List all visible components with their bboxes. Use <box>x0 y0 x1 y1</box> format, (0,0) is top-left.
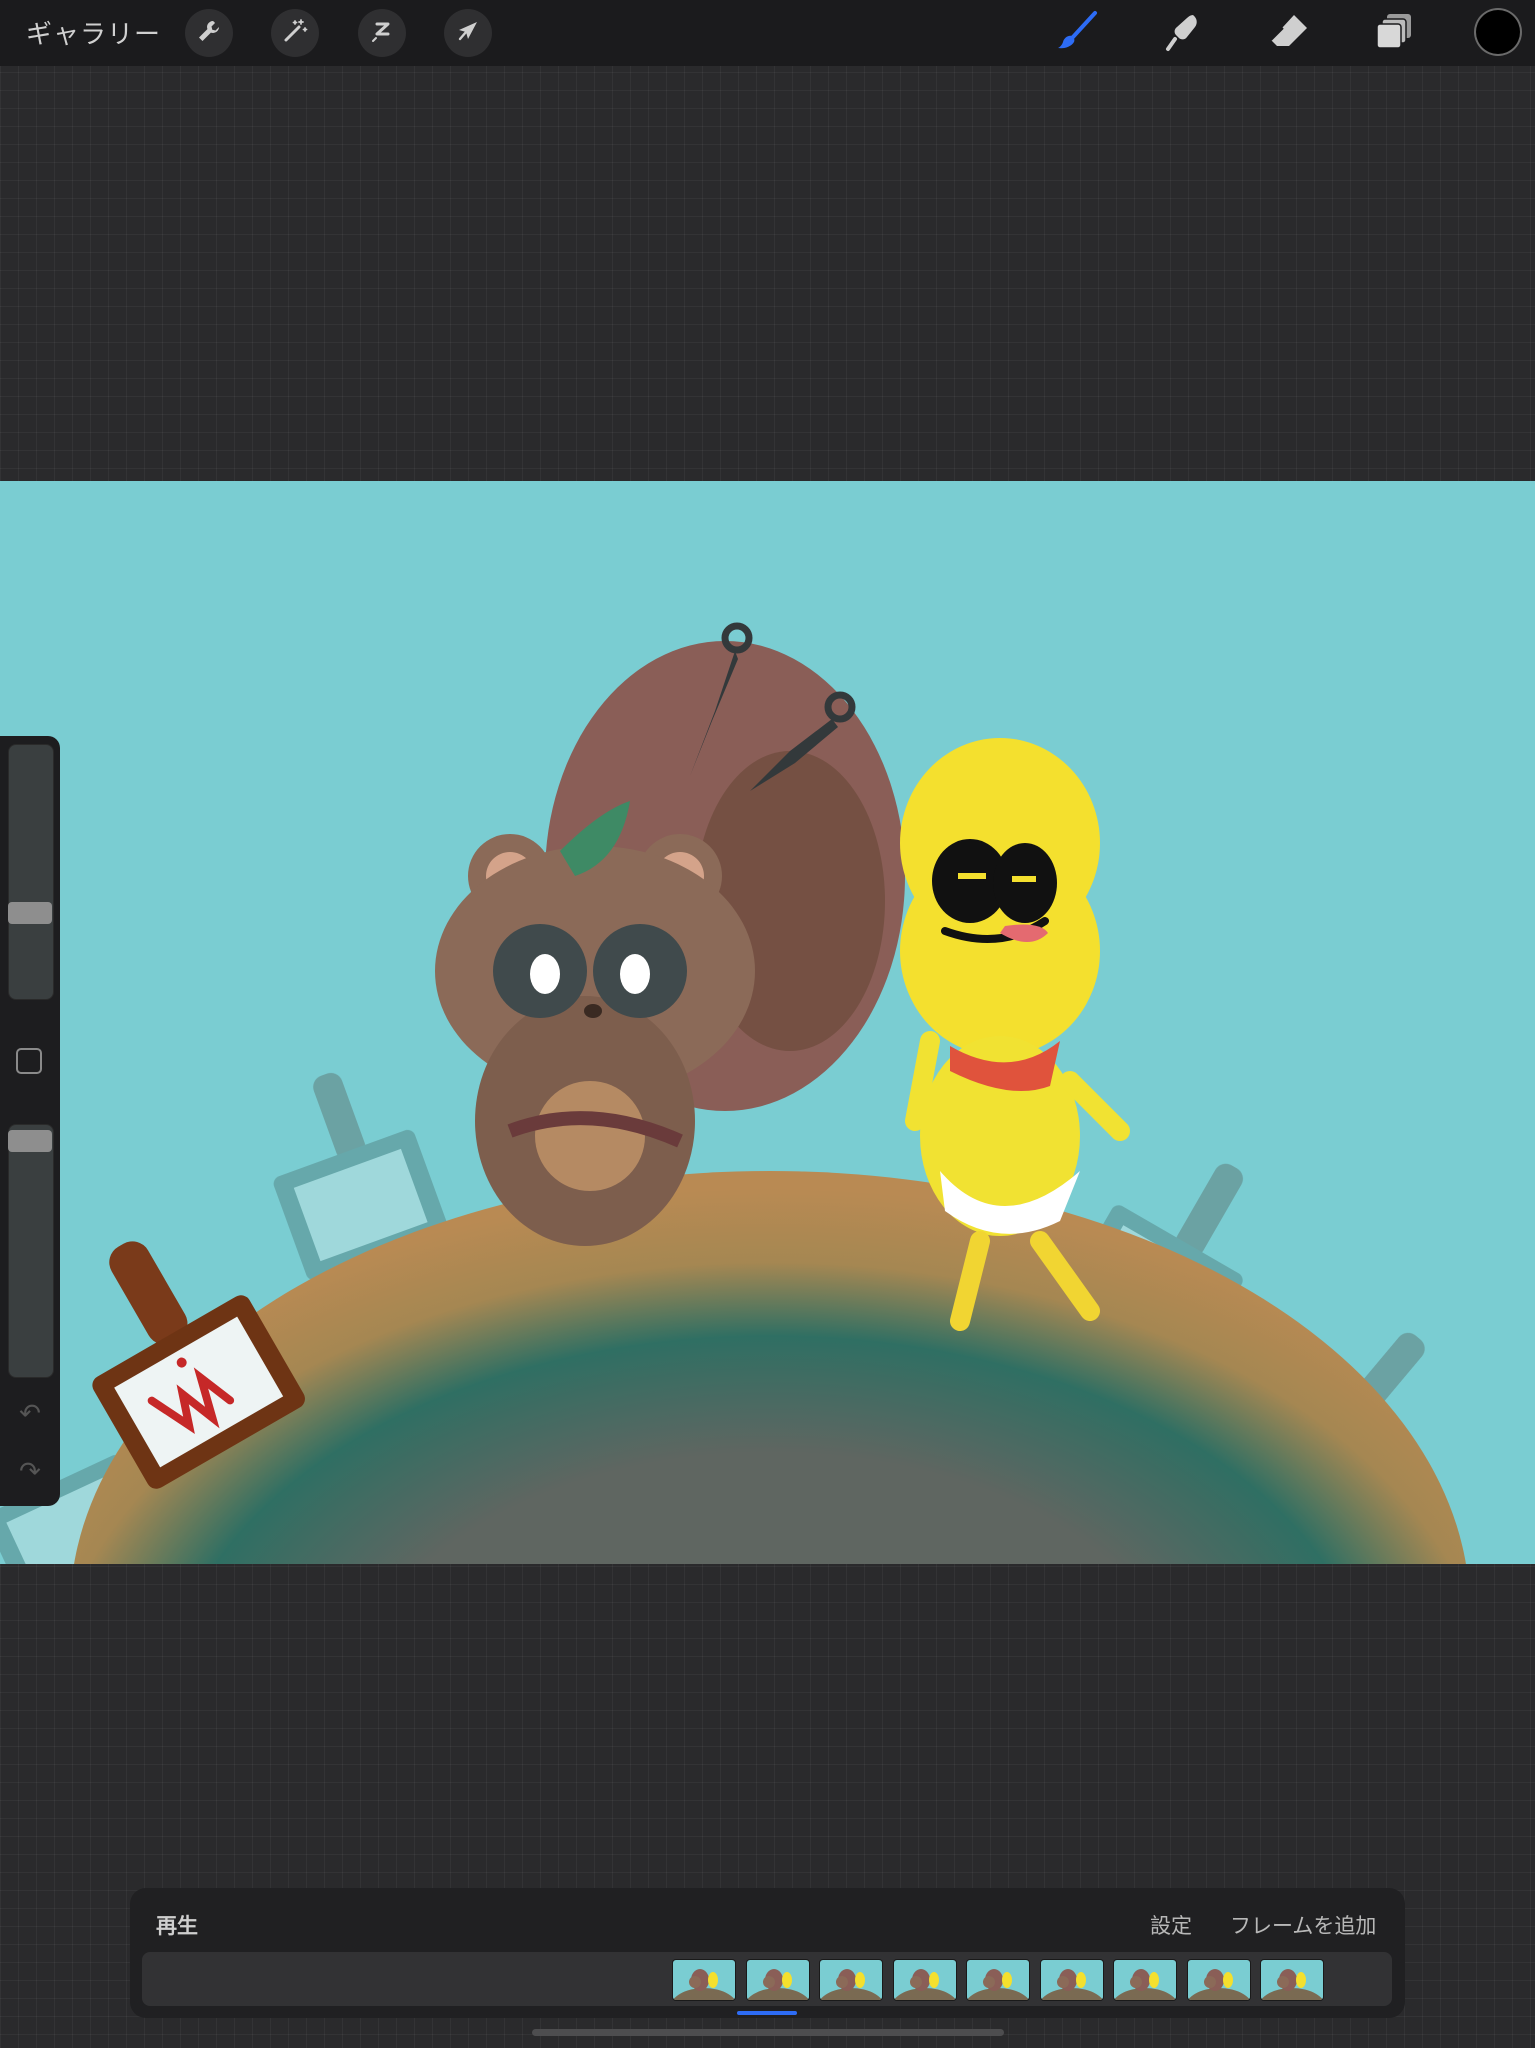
redo-button[interactable]: ↷ <box>16 1457 44 1487</box>
wrench-icon <box>195 17 223 49</box>
frame-thumbnail[interactable] <box>673 1960 735 2000</box>
settings-button[interactable]: 設定 <box>1150 1910 1192 1940</box>
frame-thumbnail[interactable] <box>1188 1960 1250 2000</box>
transform-button[interactable] <box>444 9 492 57</box>
frame-thumbnail[interactable] <box>1114 1960 1176 2000</box>
eraser-button[interactable] <box>1266 10 1312 56</box>
frame-thumbnail[interactable] <box>1261 1960 1323 2000</box>
modify-button[interactable] <box>16 1048 42 1074</box>
redo-icon: ↷ <box>19 1457 41 1487</box>
frame-thumbnail[interactable] <box>894 1960 956 2000</box>
frame-thumbnail[interactable] <box>967 1960 1029 2000</box>
layers-icon <box>1373 9 1417 57</box>
adjustments-button[interactable] <box>271 9 319 57</box>
arrow-cursor-icon <box>454 17 482 49</box>
actions-button[interactable] <box>185 9 233 57</box>
drawing-canvas[interactable] <box>0 481 1535 1564</box>
frame-timeline[interactable] <box>142 1952 1392 2006</box>
selection-icon <box>368 17 396 49</box>
artwork <box>0 622 1466 1564</box>
gallery-button[interactable]: ギャラリー <box>26 14 161 51</box>
play-button[interactable]: 再生 <box>156 1910 198 1940</box>
add-frame-button[interactable]: フレームを追加 <box>1230 1910 1376 1940</box>
paint-button[interactable] <box>1055 10 1101 56</box>
brush-size-slider[interactable] <box>8 744 54 1000</box>
eraser-icon <box>1267 9 1311 57</box>
home-indicator <box>532 2029 1004 2036</box>
smudge-icon <box>1161 9 1205 57</box>
brush-opacity-slider[interactable] <box>8 1124 54 1378</box>
color-picker-button[interactable] <box>1476 10 1520 54</box>
undo-icon: ↶ <box>19 1399 41 1429</box>
brush-icon <box>1056 9 1100 57</box>
layers-button[interactable] <box>1372 10 1418 56</box>
magic-wand-icon <box>281 17 309 49</box>
top-toolbar: ギャラリー <box>0 0 1535 66</box>
frame-thumbnail[interactable] <box>747 1960 809 2000</box>
brush-opacity-slider-thumb[interactable] <box>8 1130 52 1152</box>
smudge-button[interactable] <box>1160 10 1206 56</box>
left-sidebar: ↶ ↷ <box>0 736 60 1506</box>
selection-button[interactable] <box>358 9 406 57</box>
selected-frame-indicator <box>737 2011 797 2015</box>
animation-panel: 再生 設定 フレームを追加 <box>130 1888 1405 2018</box>
undo-button[interactable]: ↶ <box>16 1399 44 1429</box>
brush-size-slider-thumb[interactable] <box>8 902 52 924</box>
frame-thumbnail[interactable] <box>1041 1960 1103 2000</box>
frame-thumbnail[interactable] <box>820 1960 882 2000</box>
